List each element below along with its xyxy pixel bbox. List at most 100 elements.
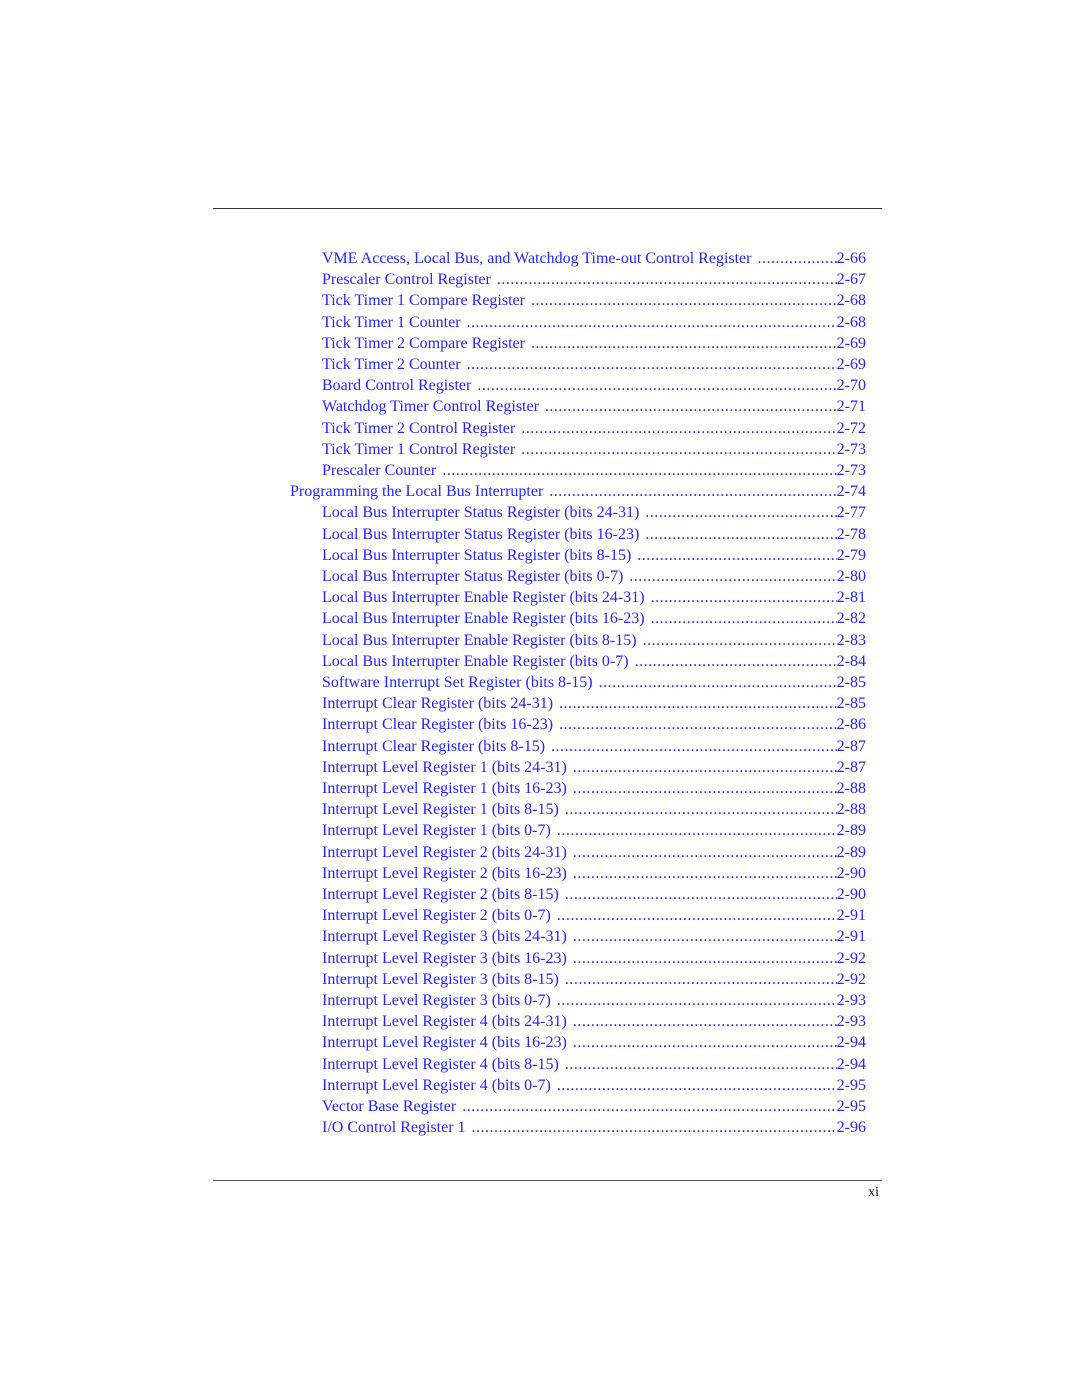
toc-entry[interactable]: Interrupt Level Register 3 (bits 8-15) 2-… (322, 971, 866, 992)
toc-entry-page[interactable]: 2-69 (837, 356, 866, 374)
toc-entry-title[interactable]: Interrupt Level Register 1 (bits 0-7) (322, 822, 551, 840)
toc-entry-title[interactable]: Interrupt Level Register 3 (bits 8-15) (322, 971, 559, 989)
toc-entry-page[interactable]: 2-68 (837, 292, 866, 310)
toc-entry-title[interactable]: Interrupt Clear Register (bits 8-15) (322, 738, 545, 756)
toc-entry-title[interactable]: Tick Timer 2 Compare Register (322, 335, 525, 353)
toc-entry-title[interactable]: Interrupt Level Register 1 (bits 8-15) (322, 801, 559, 819)
toc-entry[interactable]: Interrupt Level Register 2 (bits 8-15) 2-… (322, 886, 866, 907)
toc-entry-page[interactable]: 2-89 (837, 844, 866, 862)
toc-entry-title[interactable]: Watchdog Timer Control Register (322, 398, 539, 416)
toc-entry-page[interactable]: 2-93 (837, 1013, 866, 1031)
toc-entry[interactable]: I/O Control Register 1 2-96 (322, 1119, 866, 1140)
toc-entry[interactable]: Interrupt Level Register 1 (bits 8-15) 2-… (322, 801, 866, 822)
toc-entry[interactable]: Interrupt Level Register 4 (bits 8-15) 2-… (322, 1056, 866, 1077)
toc-entry-title[interactable]: Local Bus Interrupter Status Register (b… (322, 568, 623, 586)
toc-entry[interactable]: Tick Timer 1 Counter 2-68 (322, 314, 866, 335)
toc-entry-title[interactable]: Local Bus Interrupter Enable Register (b… (322, 610, 645, 628)
toc-entry-page[interactable]: 2-87 (837, 759, 866, 777)
toc-entry-page[interactable]: 2-74 (837, 483, 866, 501)
toc-entry-title[interactable]: Local Bus Interrupter Status Register (b… (322, 504, 639, 522)
toc-entry-page[interactable]: 2-81 (837, 589, 866, 607)
toc-entry-page[interactable]: 2-66 (837, 250, 866, 268)
toc-entry-title[interactable]: Interrupt Level Register 2 (bits 0-7) (322, 907, 551, 925)
toc-entry[interactable]: Local Bus Interrupter Enable Register (b… (322, 610, 866, 631)
toc-entry-title[interactable]: Interrupt Level Register 2 (bits 16-23) (322, 865, 567, 883)
toc-entry-title[interactable]: Local Bus Interrupter Enable Register (b… (322, 589, 645, 607)
toc-entry-title[interactable]: Local Bus Interrupter Status Register (b… (322, 547, 631, 565)
toc-entry-title[interactable]: Tick Timer 2 Counter (322, 356, 461, 374)
toc-entry-title[interactable]: Interrupt Level Register 2 (bits 8-15) (322, 886, 559, 904)
toc-entry[interactable]: Interrupt Level Register 1 (bits 24-31) 2… (322, 759, 866, 780)
toc-entry-page[interactable]: 2-87 (837, 738, 866, 756)
toc-entry-title[interactable]: Tick Timer 1 Counter (322, 314, 461, 332)
toc-entry[interactable]: Prescaler Counter 2-73 (322, 462, 866, 483)
toc-entry-title[interactable]: Interrupt Level Register 4 (bits 24-31) (322, 1013, 567, 1031)
toc-entry-title[interactable]: Interrupt Level Register 3 (bits 0-7) (322, 992, 551, 1010)
toc-entry-title[interactable]: Interrupt Level Register 3 (bits 24-31) (322, 928, 567, 946)
toc-entry-page[interactable]: 2-91 (837, 928, 866, 946)
toc-entry[interactable]: Local Bus Interrupter Status Register (b… (322, 568, 866, 589)
toc-entry-title[interactable]: Local Bus Interrupter Status Register (b… (322, 526, 639, 544)
toc-entry[interactable]: Interrupt Level Register 3 (bits 0-7) 2-9… (322, 992, 866, 1013)
toc-entry[interactable]: Interrupt Level Register 4 (bits 16-23) 2… (322, 1034, 866, 1055)
toc-entry-title[interactable]: Tick Timer 1 Control Register (322, 441, 515, 459)
toc-entry[interactable]: Interrupt Level Register 3 (bits 24-31) 2… (322, 928, 866, 949)
toc-entry[interactable]: Tick Timer 2 Counter 2-69 (322, 356, 866, 377)
toc-entry-page[interactable]: 2-90 (837, 886, 866, 904)
toc-entry-page[interactable]: 2-94 (837, 1034, 866, 1052)
toc-entry-page[interactable]: 2-95 (837, 1077, 866, 1095)
toc-entry[interactable]: Tick Timer 1 Compare Register 2-68 (322, 292, 866, 313)
toc-entry-page[interactable]: 2-67 (837, 271, 866, 289)
toc-entry-title[interactable]: VME Access, Local Bus, and Watchdog Time… (322, 250, 751, 268)
toc-entry-page[interactable]: 2-88 (837, 801, 866, 819)
toc-entry[interactable]: Local Bus Interrupter Status Register (b… (322, 504, 866, 525)
toc-entry-page[interactable]: 2-71 (837, 398, 866, 416)
toc-entry[interactable]: Interrupt Level Register 3 (bits 16-23) 2… (322, 950, 866, 971)
toc-entry-title[interactable]: Vector Base Register (322, 1098, 456, 1116)
toc-entry-page[interactable]: 2-88 (837, 780, 866, 798)
toc-entry[interactable]: Prescaler Control Register 2-67 (322, 271, 866, 292)
toc-entry-page[interactable]: 2-96 (837, 1119, 866, 1137)
toc-entry[interactable]: Vector Base Register 2-95 (322, 1098, 866, 1119)
toc-entry[interactable]: Interrupt Level Register 2 (bits 16-23) 2… (322, 865, 866, 886)
toc-entry-page[interactable]: 2-79 (837, 547, 866, 565)
toc-entry[interactable]: VME Access, Local Bus, and Watchdog Time… (322, 250, 866, 271)
toc-entry[interactable]: Interrupt Clear Register (bits 8-15) 2-87 (322, 738, 866, 759)
toc-entry-page[interactable]: 2-70 (837, 377, 866, 395)
toc-entry-title[interactable]: Local Bus Interrupter Enable Register (b… (322, 632, 637, 650)
toc-entry-page[interactable]: 2-86 (837, 716, 866, 734)
toc-entry[interactable]: Interrupt Level Register 2 (bits 24-31) 2… (322, 844, 866, 865)
toc-entry-page[interactable]: 2-82 (837, 610, 866, 628)
toc-entry[interactable]: Interrupt Level Register 1 (bits 16-23) 2… (322, 780, 866, 801)
toc-entry-page[interactable]: 2-78 (837, 526, 866, 544)
toc-entry[interactable]: Interrupt Level Register 1 (bits 0-7) 2-8… (322, 822, 866, 843)
toc-entry[interactable]: Programming the Local Bus Interrupter 2-7… (290, 483, 866, 504)
toc-entry[interactable]: Local Bus Interrupter Enable Register (b… (322, 653, 866, 674)
toc-entry[interactable]: Interrupt Clear Register (bits 16-23) 2-8… (322, 716, 866, 737)
toc-entry-page[interactable]: 2-77 (837, 504, 866, 522)
toc-entry-title[interactable]: Local Bus Interrupter Enable Register (b… (322, 653, 629, 671)
toc-entry-title[interactable]: Interrupt Clear Register (bits 24-31) (322, 695, 553, 713)
toc-entry-title[interactable]: Interrupt Level Register 4 (bits 0-7) (322, 1077, 551, 1095)
toc-entry-title[interactable]: Board Control Register (322, 377, 471, 395)
toc-entry-title[interactable]: Interrupt Clear Register (bits 16-23) (322, 716, 553, 734)
toc-entry-page[interactable]: 2-89 (837, 822, 866, 840)
toc-entry[interactable]: Tick Timer 2 Control Register 2-72 (322, 420, 866, 441)
toc-entry-page[interactable]: 2-92 (837, 950, 866, 968)
toc-entry[interactable]: Interrupt Level Register 4 (bits 0-7) 2-9… (322, 1077, 866, 1098)
toc-entry-title[interactable]: I/O Control Register 1 (322, 1119, 466, 1137)
toc-entry-page[interactable]: 2-85 (837, 695, 866, 713)
toc-entry-title[interactable]: Tick Timer 2 Control Register (322, 420, 515, 438)
toc-entry[interactable]: Local Bus Interrupter Status Register (b… (322, 526, 866, 547)
toc-entry-page[interactable]: 2-73 (837, 441, 866, 459)
toc-entry-title[interactable]: Interrupt Level Register 2 (bits 24-31) (322, 844, 567, 862)
toc-entry[interactable]: Tick Timer 1 Control Register 2-73 (322, 441, 866, 462)
toc-entry-page[interactable]: 2-95 (837, 1098, 866, 1116)
toc-entry-page[interactable]: 2-83 (837, 632, 866, 650)
toc-entry-title[interactable]: Prescaler Counter (322, 462, 436, 480)
toc-entry-page[interactable]: 2-85 (837, 674, 866, 692)
toc-entry[interactable]: Interrupt Clear Register (bits 24-31) 2-8… (322, 695, 866, 716)
toc-entry-title[interactable]: Tick Timer 1 Compare Register (322, 292, 525, 310)
toc-entry[interactable]: Board Control Register 2-70 (322, 377, 866, 398)
toc-entry-title[interactable]: Interrupt Level Register 3 (bits 16-23) (322, 950, 567, 968)
